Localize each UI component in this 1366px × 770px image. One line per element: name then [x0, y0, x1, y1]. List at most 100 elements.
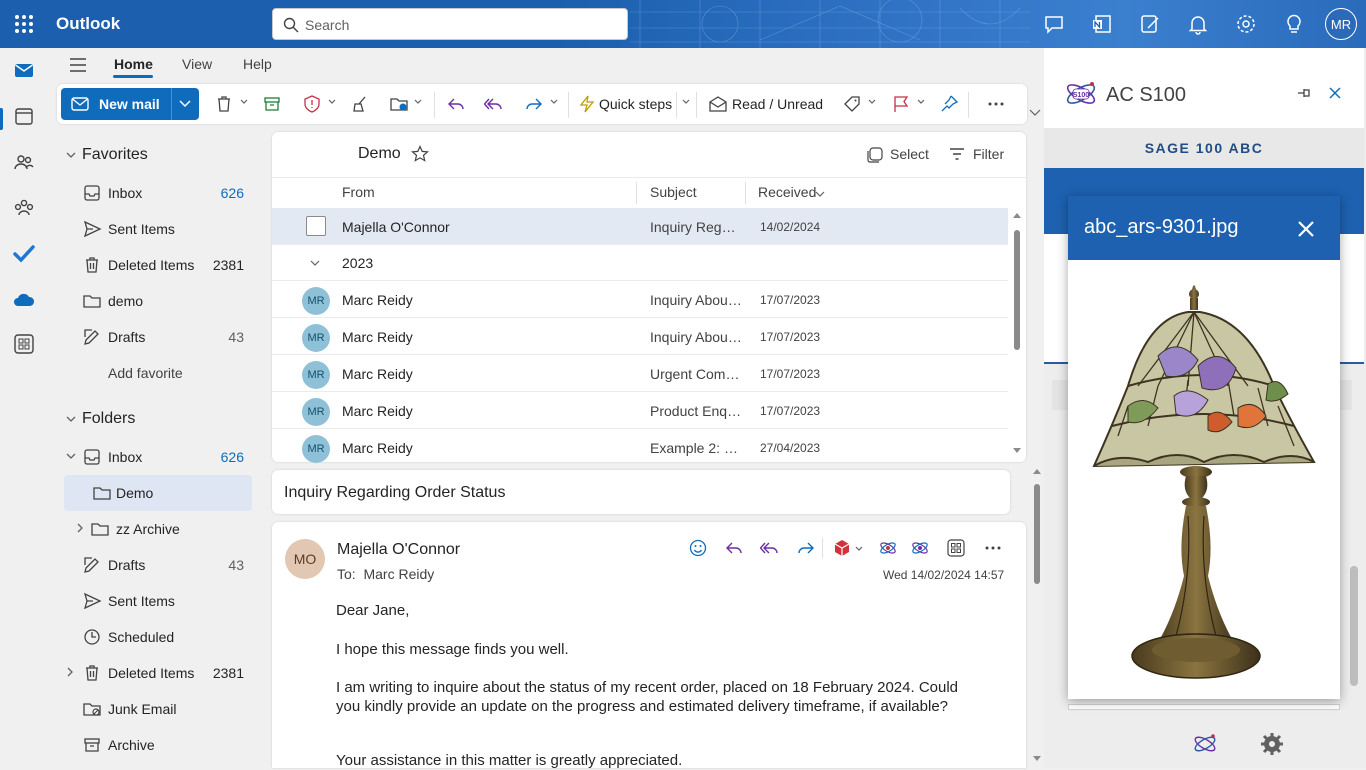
more-actions-icon[interactable]: [983, 538, 1003, 558]
tab-help[interactable]: Help: [243, 56, 272, 72]
search-box[interactable]: Search: [272, 8, 628, 40]
folder-item-archive[interactable]: Archive: [64, 727, 252, 763]
scroll-up-arrow-icon[interactable]: [1033, 468, 1041, 474]
mail-icon[interactable]: [12, 58, 36, 82]
todo-icon[interactable]: [1138, 12, 1162, 36]
chevron-down-icon[interactable]: [917, 98, 925, 106]
favorite-item-drafts[interactable]: Drafts 43: [64, 319, 252, 355]
folder-item-scheduled[interactable]: Scheduled: [64, 619, 252, 655]
new-mail-button[interactable]: New mail: [61, 88, 199, 120]
reply-all-icon[interactable]: [484, 94, 504, 114]
message-row-selected[interactable]: Majella O'Connor Inquiry Regarding Order…: [272, 208, 1008, 245]
chevron-down-icon[interactable]: [868, 98, 876, 106]
folders-header[interactable]: Folders: [82, 410, 135, 428]
folder-item-junk[interactable]: Junk Email: [64, 691, 252, 727]
folder-item-inbox[interactable]: Inbox 626: [64, 439, 252, 475]
group-header-2023[interactable]: 2023: [272, 245, 1008, 281]
chevron-down-icon[interactable]: [179, 99, 191, 109]
folders-collapse-chevron-icon[interactable]: [66, 414, 76, 424]
pin-panel-icon[interactable]: [1296, 86, 1312, 100]
reply-all-icon[interactable]: [760, 538, 780, 558]
onedrive-cloud-icon[interactable]: [12, 288, 36, 312]
ribbon-collapse-chevron-icon[interactable]: [1029, 108, 1041, 118]
reply-icon[interactable]: [724, 538, 744, 558]
recipient-name[interactable]: Marc Reidy: [363, 566, 434, 582]
sort-chevron-down-icon[interactable]: [815, 190, 825, 198]
forward-icon[interactable]: [796, 538, 816, 558]
apps-grid-icon[interactable]: [946, 538, 966, 558]
ac-s100-footer-icon[interactable]: [1192, 731, 1218, 757]
settings-gear-icon[interactable]: [1234, 12, 1258, 36]
read-unread-envelope-icon[interactable]: [708, 94, 728, 114]
user-avatar[interactable]: MR: [1325, 8, 1357, 40]
close-modal-icon[interactable]: [1297, 220, 1315, 238]
ac-s100-addin-icon[interactable]: [878, 538, 898, 558]
scroll-down-arrow-icon[interactable]: [1033, 756, 1041, 762]
categorize-tag-icon[interactable]: [842, 94, 862, 114]
folder-item-sent[interactable]: Sent Items: [64, 583, 252, 619]
quick-steps-lightning-icon[interactable]: [577, 94, 597, 114]
notifications-bell-icon[interactable]: [1186, 12, 1210, 36]
onenote-icon[interactable]: [1090, 12, 1114, 36]
flag-icon[interactable]: [891, 94, 911, 114]
favorite-item-deleted[interactable]: Deleted Items 2381: [64, 247, 252, 283]
groups-icon[interactable]: [12, 196, 36, 220]
tab-home[interactable]: Home: [114, 56, 153, 72]
read-unread-button[interactable]: Read / Unread: [732, 96, 823, 112]
message-row[interactable]: MR Marc Reidy Urgent Complaint 17/07/202…: [272, 355, 1008, 392]
message-row[interactable]: MR Marc Reidy Inquiry About Product 17/0…: [272, 281, 1008, 318]
report-shield-icon[interactable]: [302, 94, 322, 114]
chevron-down-icon[interactable]: [682, 98, 690, 106]
hamburger-menu-icon[interactable]: [68, 56, 88, 74]
favorite-star-icon[interactable]: [411, 145, 429, 163]
folder-item-demo[interactable]: Demo: [64, 475, 252, 511]
row-checkbox[interactable]: [306, 216, 326, 236]
select-checkbox-icon[interactable]: [866, 146, 884, 164]
tab-view[interactable]: View: [182, 56, 212, 72]
ac-s100-addin-alt-icon[interactable]: [910, 538, 930, 558]
move-to-folder-icon[interactable]: [389, 94, 409, 114]
forward-icon[interactable]: [524, 94, 544, 114]
addin-scrollbar-thumb[interactable]: [1350, 566, 1358, 686]
chevron-down-icon[interactable]: [855, 545, 863, 553]
favorite-item-sent[interactable]: Sent Items: [64, 211, 252, 247]
group-collapse-chevron-icon[interactable]: [310, 259, 320, 267]
select-button[interactable]: Select: [890, 146, 929, 162]
filter-button[interactable]: Filter: [973, 146, 1004, 162]
product-image-tiffany-lamp[interactable]: [1088, 276, 1320, 692]
more-apps-icon[interactable]: [12, 332, 36, 356]
more-options-icon[interactable]: [986, 94, 1006, 114]
chevron-down-icon[interactable]: [328, 98, 336, 106]
column-from[interactable]: From: [342, 184, 375, 200]
people-icon[interactable]: [12, 150, 36, 174]
folder-item-deleted[interactable]: Deleted Items 2381: [64, 655, 252, 691]
calendar-icon[interactable]: [12, 104, 36, 128]
folder-item-drafts[interactable]: Drafts 43: [64, 547, 252, 583]
chat-icon[interactable]: [1042, 12, 1066, 36]
close-panel-icon[interactable]: [1328, 86, 1342, 100]
addin-settings-gear-icon[interactable]: [1260, 732, 1284, 756]
list-scrollbar-thumb[interactable]: [1014, 230, 1020, 350]
favorites-header[interactable]: Favorites: [82, 146, 148, 164]
app-title[interactable]: Outlook: [56, 14, 120, 34]
message-row[interactable]: MR Marc Reidy Product Enquiry 17/07/2023: [272, 392, 1008, 429]
sweep-broom-icon[interactable]: [350, 94, 370, 114]
reply-icon[interactable]: [446, 94, 466, 114]
chevron-down-icon[interactable]: [414, 98, 422, 106]
chevron-down-icon[interactable]: [550, 98, 558, 106]
column-subject[interactable]: Subject: [650, 184, 697, 200]
archive-icon[interactable]: [262, 94, 282, 114]
search-input[interactable]: Search: [305, 17, 349, 33]
scroll-down-arrow-icon[interactable]: [1013, 448, 1021, 454]
reading-scrollbar-thumb[interactable]: [1034, 484, 1040, 584]
add-favorite-link[interactable]: Add favorite: [108, 365, 183, 381]
quick-steps-button[interactable]: Quick steps: [599, 96, 672, 112]
favorites-collapse-chevron-icon[interactable]: [66, 150, 76, 160]
emoji-reaction-icon[interactable]: [688, 538, 708, 558]
favorite-item-inbox[interactable]: Inbox 626: [64, 175, 252, 211]
chevron-down-icon[interactable]: [240, 98, 248, 106]
column-received[interactable]: Received: [758, 184, 816, 200]
app-launcher-icon[interactable]: [12, 12, 36, 36]
filter-icon[interactable]: [948, 146, 966, 162]
tips-lightbulb-icon[interactable]: [1282, 12, 1306, 36]
